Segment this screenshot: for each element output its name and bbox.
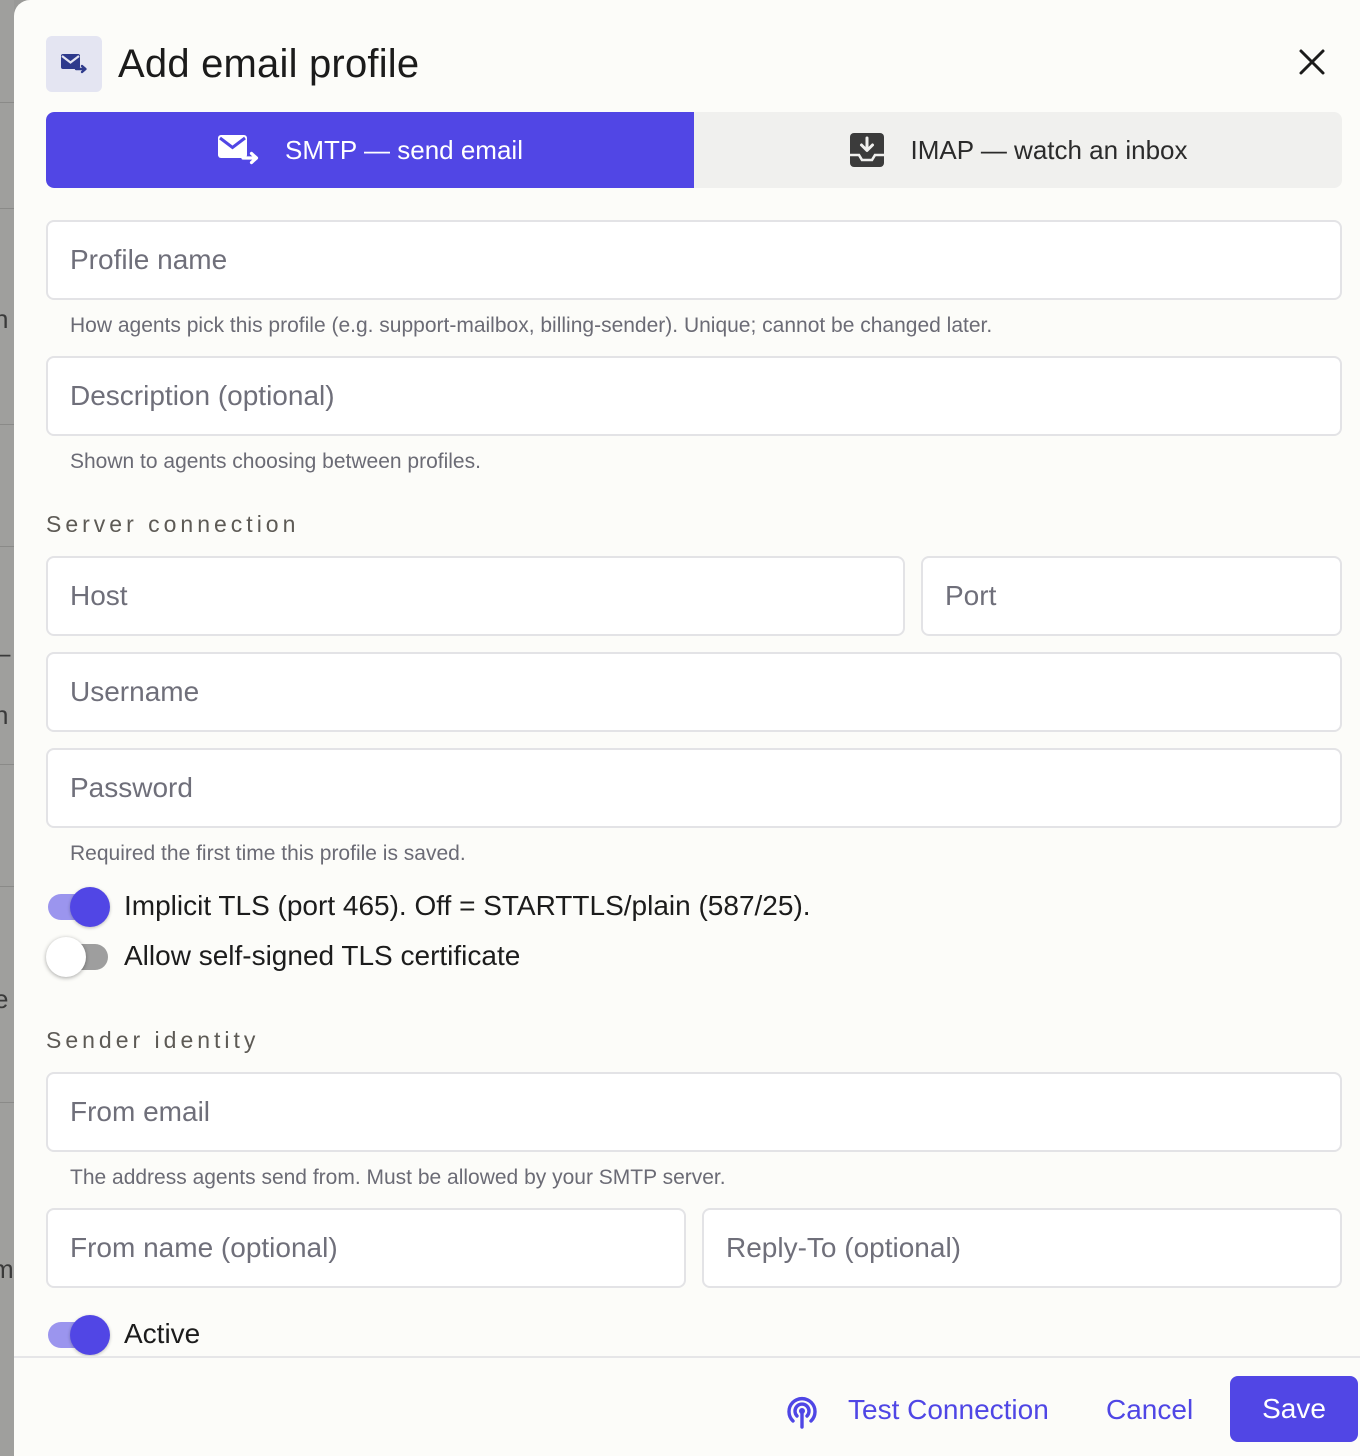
background-divider [0,208,14,209]
dialog-title: Add email profile [118,41,420,86]
from-email-field [46,1072,1342,1152]
inbox-download-icon [849,132,885,168]
description-field [46,356,1342,436]
active-toggle[interactable] [46,1312,110,1356]
background-text: – [0,640,10,666]
self-signed-toggle-row[interactable]: Allow self-signed TLS certificate [46,934,520,978]
from-name-input[interactable] [48,1210,684,1286]
toggle-knob [46,937,86,977]
section-server-connection: Server connection [46,511,300,537]
background-divider [0,886,14,887]
profile-name-help: How agents pick this profile (e.g. suppo… [70,314,993,337]
tab-imap-label: IMAP — watch an inbox [910,134,1188,165]
description-input[interactable] [48,358,1340,434]
description-help: Shown to agents choosing between profile… [70,450,481,473]
implicit-tls-toggle-row[interactable]: Implicit TLS (port 465). Off = STARTTLS/… [46,884,811,928]
cancel-button[interactable]: Cancel [1106,1388,1193,1432]
toggle-knob [70,1315,110,1355]
password-help: Required the first time this profile is … [70,842,466,865]
protocol-tabs: SMTP — send email IMAP — watch an inbox [46,112,1342,188]
background-divider [0,764,14,765]
username-field [46,652,1342,732]
mail-send-icon [217,134,259,166]
toggle-knob [70,887,110,927]
tab-smtp[interactable]: SMTP — send email [46,112,694,188]
implicit-tls-toggle[interactable] [46,884,110,928]
close-icon [1299,49,1325,75]
background-text: e [0,984,9,1014]
from-email-input[interactable] [48,1074,1340,1150]
broadcast-icon [787,1397,817,1429]
background-divider [0,1102,14,1103]
background-divider [0,102,14,103]
background-page: n – n e m [0,0,14,1456]
active-label: Active [124,1318,201,1349]
background-text: n [0,304,9,334]
save-button[interactable]: Save [1230,1376,1358,1442]
self-signed-toggle[interactable] [46,934,110,978]
close-button[interactable] [1294,44,1330,80]
from-email-help: The address agents send from. Must be al… [70,1166,726,1189]
profile-name-field [46,220,1342,300]
password-field [46,748,1342,828]
background-text: m [0,1254,14,1284]
host-input[interactable] [48,558,903,634]
host-field [46,556,905,636]
add-email-profile-dialog: Add email profile SMTP — send email IMAP… [14,0,1360,1456]
active-toggle-row[interactable]: Active [46,1312,200,1356]
background-text: n [0,700,9,730]
implicit-tls-label: Implicit TLS (port 465). Off = STARTTLS/… [124,890,811,921]
from-name-field [46,1208,686,1288]
background-divider [0,424,14,425]
username-input[interactable] [48,654,1340,730]
port-input[interactable] [923,558,1340,634]
background-divider [0,546,14,547]
profile-name-input[interactable] [48,222,1340,298]
section-sender-identity: Sender identity [46,1027,260,1053]
test-connection-button[interactable]: Test Connection [782,1388,1049,1432]
password-input[interactable] [48,750,1340,826]
mail-send-icon [46,36,102,92]
tab-smtp-label: SMTP — send email [285,134,523,165]
reply-to-input[interactable] [704,1210,1340,1286]
tab-imap[interactable]: IMAP — watch an inbox [694,112,1342,188]
test-connection-label: Test Connection [848,1394,1049,1425]
dialog-footer: Test Connection Cancel Save [14,1356,1360,1456]
dialog-header: Add email profile [46,36,419,92]
reply-to-field [702,1208,1342,1288]
self-signed-label: Allow self-signed TLS certificate [124,940,521,971]
port-field [921,556,1342,636]
